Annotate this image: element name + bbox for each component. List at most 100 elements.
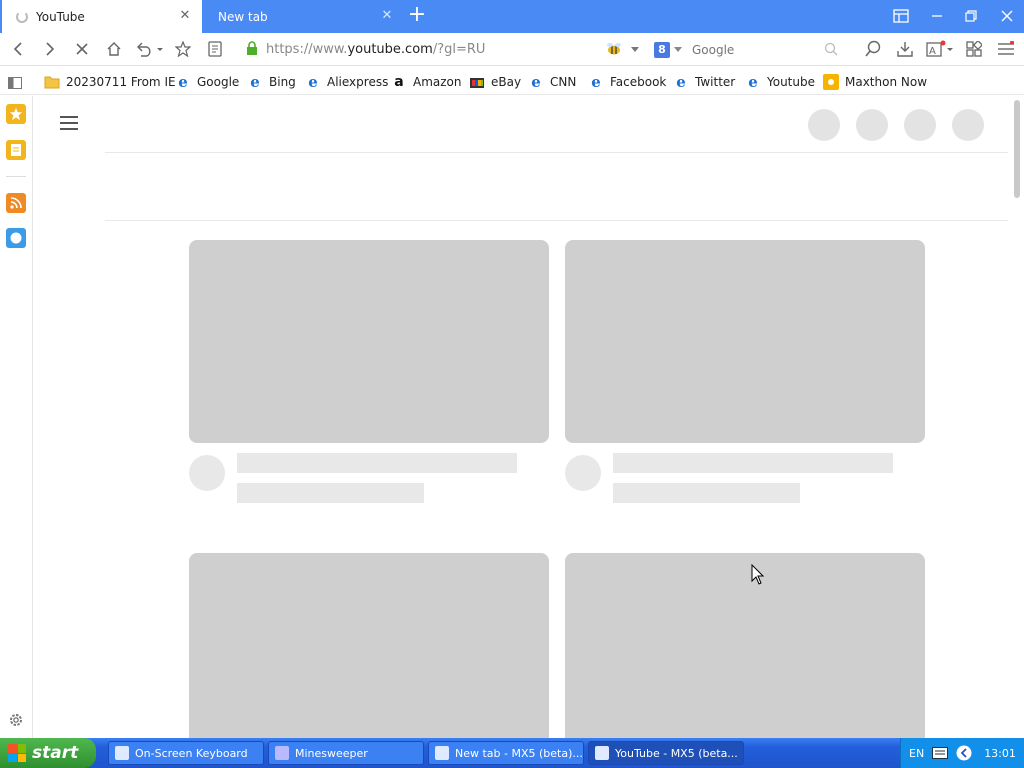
loading-spinner-icon	[16, 10, 28, 23]
screen: { "tabs": [ {"title": "YouTube", "active…	[0, 0, 1024, 768]
undo-close-icon[interactable]	[132, 38, 166, 60]
search-box[interactable]: 8	[654, 38, 844, 61]
tab-title: YouTube	[36, 9, 85, 24]
sidebar-panel-icon[interactable]	[8, 74, 22, 92]
page-scrollbar[interactable]	[1014, 100, 1020, 198]
title-skeleton-line	[613, 453, 893, 473]
bookmark-label: Maxthon Now	[845, 75, 928, 89]
minimize-icon[interactable]	[926, 6, 948, 26]
bookmark-maxthon-now[interactable]: Maxthon Now	[823, 73, 927, 91]
ebay-icon	[469, 74, 485, 90]
menu-icon[interactable]	[994, 38, 1018, 60]
meta-skeleton-line	[613, 483, 800, 503]
tab-new-tab[interactable]: New tab ✕	[204, 0, 404, 33]
chips-divider	[105, 220, 1008, 221]
video-thumbnail-skeleton	[189, 553, 549, 738]
restore-icon[interactable]	[960, 6, 982, 26]
tab-youtube[interactable]: YouTube ✕	[2, 0, 202, 33]
close-tab-icon[interactable]: ✕	[380, 9, 394, 23]
header-skeleton-circle	[952, 109, 984, 141]
bookmark-amazon[interactable]: a Amazon	[391, 73, 462, 91]
bookmark-facebook[interactable]: e Facebook	[588, 73, 666, 91]
task-label: YouTube - MX5 (beta...	[615, 746, 738, 760]
new-tab-plus-icon[interactable]: +	[404, 4, 430, 28]
search-input[interactable]	[692, 42, 812, 57]
ie-icon: e	[308, 73, 318, 91]
forward-icon[interactable]	[38, 38, 62, 60]
channel-avatar-skeleton	[189, 455, 225, 491]
start-label: start	[32, 743, 79, 763]
bookmark-google[interactable]: e Google	[175, 73, 239, 91]
video-thumbnail-skeleton	[189, 240, 549, 443]
bookmark-label: 20230711 From IE	[66, 75, 176, 89]
bookmark-label: Twitter	[695, 75, 736, 89]
close-window-icon[interactable]	[996, 6, 1018, 26]
start-button[interactable]: start	[0, 738, 96, 768]
notes-icon[interactable]	[6, 140, 26, 160]
back-icon[interactable]	[6, 38, 30, 60]
hamburger-menu-icon[interactable]	[60, 116, 78, 130]
navigation-bar: https://www.youtube.com/?gl=RU 8 A	[0, 33, 1024, 66]
header-skeleton-circle	[808, 109, 840, 141]
rss-icon[interactable]	[6, 193, 26, 213]
bookmark-ebay[interactable]: eBay	[469, 73, 521, 91]
svg-text:A: A	[929, 46, 936, 57]
ie-icon: e	[178, 73, 188, 91]
page-content	[34, 96, 1024, 738]
bee-extension-icon[interactable]	[604, 38, 624, 60]
bookmark-youtube[interactable]: e Youtube	[745, 73, 815, 91]
windows-logo-icon	[8, 744, 26, 762]
task-on-screen-keyboard[interactable]: On-Screen Keyboard	[108, 741, 264, 765]
bookmark-label: CNN	[550, 75, 577, 89]
home-icon[interactable]	[102, 38, 126, 60]
reader-mode-icon[interactable]	[203, 38, 227, 60]
bookmark-label: Amazon	[413, 75, 462, 89]
side-bar	[0, 96, 33, 738]
download-icon[interactable]	[893, 38, 917, 60]
bee-dropdown-icon[interactable]	[628, 38, 642, 60]
sidebar-toggle-icon[interactable]	[890, 6, 912, 26]
search-icon[interactable]	[824, 42, 838, 56]
show-hidden-icons-icon[interactable]	[956, 745, 972, 761]
find-icon[interactable]	[861, 38, 885, 60]
keyboard-tray-icon[interactable]	[932, 747, 949, 759]
task-label: New tab - MX5 (beta)...	[455, 746, 583, 760]
maxthon-icon	[435, 746, 449, 760]
bookmark-aliexpress[interactable]: e Aliexpress	[305, 73, 388, 91]
folder-icon	[44, 74, 60, 90]
bookmark-cnn[interactable]: e CNN	[528, 73, 576, 91]
favorites-star-icon[interactable]	[6, 104, 26, 124]
language-indicator[interactable]: EN	[909, 747, 924, 760]
tab-title: New tab	[218, 9, 268, 24]
ie-icon: e	[531, 73, 541, 91]
video-thumbnail-skeleton	[565, 240, 925, 443]
ie-icon: e	[591, 73, 601, 91]
close-tab-icon[interactable]: ✕	[178, 9, 192, 23]
header-divider	[105, 152, 1008, 153]
task-youtube-mx5[interactable]: YouTube - MX5 (beta...	[588, 741, 744, 765]
bookmark-twitter[interactable]: e Twitter	[673, 73, 735, 91]
bookmark-label: Aliexpress	[327, 75, 389, 89]
bookmark-bing[interactable]: e Bing	[247, 73, 296, 91]
settings-gear-icon[interactable]	[6, 710, 26, 730]
task-minesweeper[interactable]: Minesweeper	[268, 741, 424, 765]
bookmark-label: eBay	[491, 75, 522, 89]
favorite-star-icon[interactable]	[171, 38, 195, 60]
bookmark-label: Bing	[269, 75, 296, 89]
bookmark-label: Youtube	[767, 75, 815, 89]
clock: 13:01	[984, 746, 1016, 760]
stop-icon[interactable]	[70, 38, 94, 60]
task-new-tab-mx5[interactable]: New tab - MX5 (beta)...	[428, 741, 584, 765]
meta-skeleton-line	[237, 483, 424, 503]
chat-bubble-icon[interactable]	[6, 228, 26, 248]
url-path: /?gl=RU	[432, 42, 486, 57]
ie-icon: e	[748, 73, 758, 91]
extensions-icon[interactable]	[962, 38, 986, 60]
translate-icon[interactable]: A	[924, 38, 956, 60]
ie-icon: e	[250, 73, 260, 91]
engine-dropdown-icon[interactable]	[674, 47, 682, 52]
bookmark-folder[interactable]: 20230711 From IE	[44, 73, 176, 91]
address-bar[interactable]: https://www. youtube.com/?gl=RU	[242, 37, 602, 62]
task-label: On-Screen Keyboard	[135, 746, 248, 760]
search-engine-icon[interactable]: 8	[654, 41, 670, 58]
